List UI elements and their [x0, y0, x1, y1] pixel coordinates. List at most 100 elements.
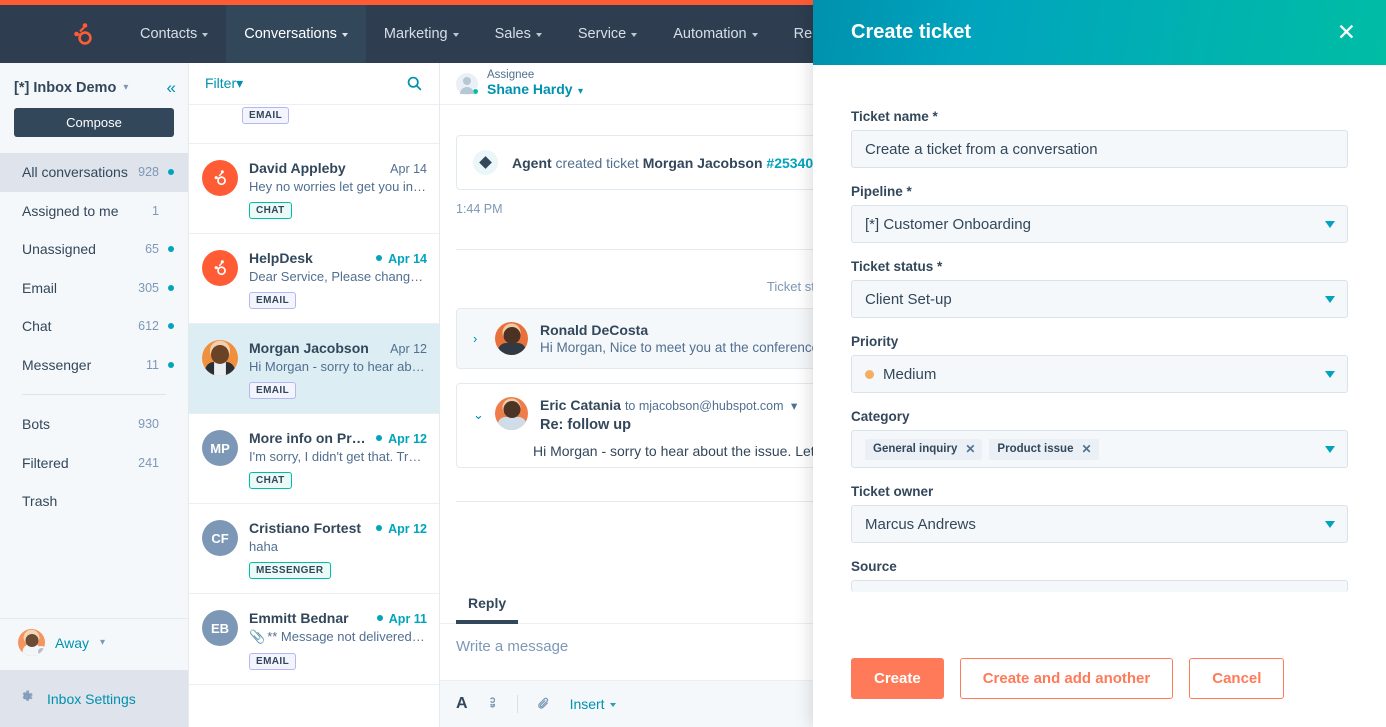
- nav-item-automation[interactable]: Automation: [655, 5, 775, 63]
- conversation-row[interactable]: EB Emmitt Bednar Apr 11 📎 ** Message not …: [189, 594, 439, 685]
- conversation-preview: Hi Morgan - sorry to hear about th…: [249, 359, 427, 374]
- pipeline-select[interactable]: [*] Customer Onboarding: [851, 205, 1348, 243]
- sidebar-item-email[interactable]: Email 305: [0, 269, 188, 308]
- chevron-down-icon[interactable]: ▾: [123, 82, 128, 93]
- sidebar-folder-list: All conversations 928 Assigned to me 1 U…: [0, 153, 188, 384]
- chip-remove-icon[interactable]: ✕: [1081, 442, 1091, 456]
- sidebar-item-filtered[interactable]: Filtered 241: [0, 444, 188, 483]
- chip-label: Product issue: [997, 442, 1074, 455]
- sidebar-item-inbox-settings[interactable]: Inbox Settings: [0, 670, 188, 727]
- gear-icon: [18, 688, 35, 710]
- nav-item-marketing[interactable]: Marketing: [366, 5, 477, 63]
- category-select[interactable]: General inquiry ✕ Product issue ✕: [851, 430, 1348, 468]
- sidebar-item-chat[interactable]: Chat 612: [0, 307, 188, 346]
- priority-select[interactable]: Medium: [851, 355, 1348, 393]
- chevron-double-left-icon[interactable]: «: [167, 79, 176, 96]
- cancel-button[interactable]: Cancel: [1189, 658, 1285, 699]
- assignee-selector[interactable]: Shane Hardy ▾: [487, 81, 583, 99]
- chevron-down-icon: [341, 33, 348, 37]
- nav-item-conversations[interactable]: Conversations: [226, 5, 366, 63]
- field-label: Source: [851, 559, 897, 574]
- chevron-down-icon: [452, 33, 459, 37]
- sidebar-item-count: 11: [146, 357, 159, 372]
- ticket-owner-select[interactable]: Marcus Andrews: [851, 505, 1348, 543]
- font-format-icon[interactable]: A: [456, 695, 468, 713]
- field-label: Category: [851, 409, 910, 424]
- priority-dot-icon: [865, 369, 874, 379]
- conversation-body: Emmitt Bednar Apr 11 📎 ** Message not del…: [249, 610, 427, 670]
- inbox-sidebar: [*] Inbox Demo ▾ « Compose All conversat…: [0, 63, 189, 727]
- source-select[interactable]: [851, 580, 1348, 592]
- create-button[interactable]: Create: [851, 658, 944, 699]
- sidebar-item-assigned-to-me[interactable]: Assigned to me 1: [0, 192, 188, 231]
- chevron-down-icon[interactable]: ▾: [788, 399, 797, 413]
- sidebar-item-count: 65: [145, 242, 159, 257]
- sidebar-item-trash[interactable]: Trash: [0, 482, 188, 521]
- filter-label: Filter: [205, 75, 237, 91]
- chevron-right-icon[interactable]: ›: [473, 331, 483, 346]
- insert-dropdown[interactable]: Insert: [570, 696, 616, 712]
- sidebar-item-all-conversations[interactable]: All conversations 928: [0, 153, 188, 192]
- compose-button[interactable]: Compose: [14, 108, 174, 137]
- conversation-preview: I'm sorry, I didn't get that. Try aga…: [249, 449, 427, 464]
- chevron-down-icon: [535, 33, 542, 37]
- tab-reply[interactable]: Reply: [456, 585, 519, 624]
- conversation-rows: EMAIL David Appleby Apr 14 Hey no worrie…: [189, 105, 439, 685]
- nav-item-contacts[interactable]: Contacts: [122, 5, 226, 63]
- conversation-preview: haha: [249, 539, 278, 554]
- field-label: Ticket status *: [851, 259, 943, 274]
- create-and-add-another-button[interactable]: Create and add another: [959, 658, 1174, 699]
- link-icon[interactable]: [486, 695, 499, 713]
- field-label: Ticket owner: [851, 484, 934, 499]
- conversation-top-line: Emmitt Bednar Apr 11: [249, 610, 427, 626]
- assignee-name: Shane Hardy: [487, 80, 573, 97]
- conversation-row[interactable]: David Appleby Apr 14 Hey no worries let …: [189, 144, 439, 234]
- chevron-down-icon: ▾: [236, 75, 244, 91]
- online-status-dot: [472, 87, 479, 95]
- field-pipeline: Pipeline * [*] Customer Onboarding: [851, 184, 1348, 243]
- ticket-name-input[interactable]: Create a ticket from a conversation: [851, 130, 1348, 168]
- ticket-status-select[interactable]: Client Set-up: [851, 280, 1348, 318]
- channel-badge: EMAIL: [249, 653, 297, 670]
- sidebar-item-bots[interactable]: Bots 930: [0, 405, 188, 444]
- unread-dot: [168, 246, 174, 253]
- sidebar-item-label: Inbox Settings: [47, 690, 136, 707]
- conversation-row-partial[interactable]: EMAIL: [189, 105, 439, 144]
- sidebar-item-messenger[interactable]: Messenger 11: [0, 346, 188, 385]
- close-icon[interactable]: ✕: [1337, 21, 1356, 44]
- paperclip-icon: 📎: [249, 629, 266, 644]
- chevron-down-icon: ▾: [99, 637, 106, 648]
- conversation-top-line: David Appleby Apr 14: [249, 160, 427, 176]
- hubspot-logo-icon[interactable]: [52, 21, 108, 47]
- conversation-date: Apr 12: [388, 522, 427, 536]
- chevron-down-icon: [202, 33, 209, 37]
- hubspot-sprocket-avatar-icon: [202, 250, 238, 286]
- conversation-row[interactable]: CF Cristiano Fortest Apr 12 haha MESSENG…: [189, 504, 439, 594]
- assignee-block[interactable]: Assignee Shane Hardy ▾: [487, 69, 583, 99]
- conversation-row[interactable]: HelpDesk Apr 14 Dear Service, Please cha…: [189, 234, 439, 324]
- nav-item-sales[interactable]: Sales: [477, 5, 560, 63]
- nav-item-service[interactable]: Service: [560, 5, 655, 63]
- chip-remove-icon[interactable]: ✕: [965, 442, 975, 456]
- conversation-preview: Hey no worries let get you in cont…: [249, 179, 427, 194]
- avatar: [495, 397, 528, 430]
- hubspot-sprocket-avatar-icon: [202, 160, 238, 196]
- conversation-row-selected[interactable]: Morgan Jacobson Apr 12 Hi Morgan - sorry…: [189, 324, 439, 414]
- chevron-down-icon: [609, 703, 616, 707]
- conversation-body: Cristiano Fortest Apr 12 haha MESSENGER: [249, 520, 427, 579]
- user-status-control[interactable]: Away ▾: [0, 618, 188, 670]
- category-chip: General inquiry ✕: [865, 438, 983, 460]
- paperclip-icon[interactable]: [536, 696, 552, 712]
- avatar: [495, 322, 528, 355]
- conversation-row[interactable]: MP More info on Produ… Apr 12 I'm sorry,…: [189, 414, 439, 504]
- sidebar-item-unassigned[interactable]: Unassigned 65: [0, 230, 188, 269]
- sidebar-item-count: 612: [138, 319, 159, 334]
- sidebar-secondary-list: Bots 930 Filtered 241 Trash: [0, 405, 188, 521]
- filter-dropdown[interactable]: Filter▾: [205, 75, 243, 92]
- channel-badge: CHAT: [249, 202, 292, 219]
- chevron-down-icon[interactable]: ⌄: [473, 407, 484, 423]
- search-icon[interactable]: [406, 75, 423, 92]
- unread-dot: [168, 169, 174, 176]
- nav-items: Contacts Conversations Marketing Sales S…: [122, 5, 873, 63]
